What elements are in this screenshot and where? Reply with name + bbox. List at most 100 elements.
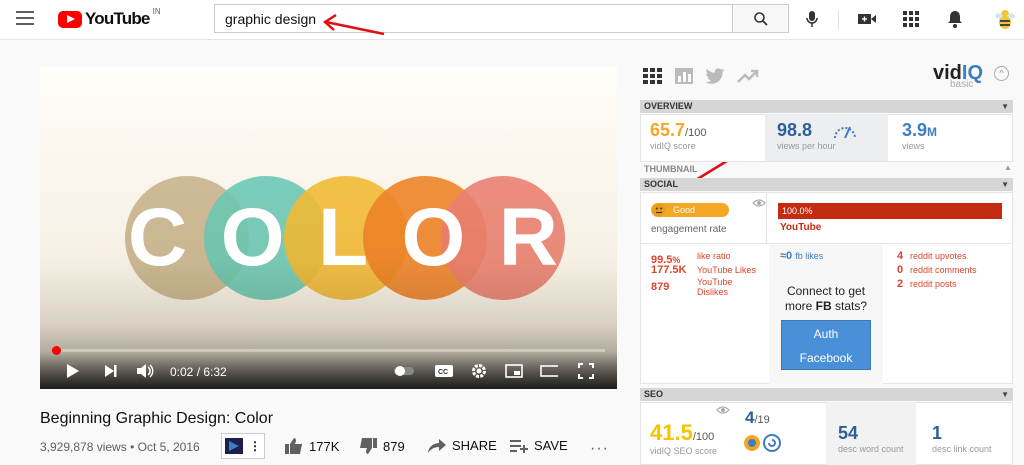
settings-gear-icon[interactable]: [470, 363, 488, 379]
theater-mode-icon[interactable]: [540, 363, 558, 379]
like-button[interactable]: 177K: [285, 438, 339, 454]
fb-label: fb likes: [795, 251, 824, 261]
playlist-add-icon: [510, 439, 528, 453]
publish-date: Oct 5, 2016: [137, 440, 200, 454]
score-label: vidIQ score: [650, 141, 696, 151]
divider: [766, 192, 767, 243]
social-label: SOCIAL: [644, 179, 679, 189]
letter-o: O: [401, 192, 466, 283]
apps-grid-icon[interactable]: [901, 9, 921, 29]
fullscreen-icon[interactable]: [577, 363, 595, 379]
views-per-hour: 98.8 views per hour: [777, 120, 836, 151]
bar-chart-icon[interactable]: [675, 68, 693, 84]
search-value: graphic design: [225, 10, 317, 27]
yt-share-label: YouTube: [780, 222, 822, 233]
autoplay-toggle-icon[interactable]: [392, 363, 416, 379]
twitter-icon[interactable]: [705, 68, 725, 84]
like-count: 177K: [309, 438, 340, 454]
connect-c: stats?: [835, 299, 868, 313]
search-button[interactable]: [732, 4, 789, 33]
grid-view-icon[interactable]: [643, 68, 663, 84]
play-icon[interactable]: [64, 363, 82, 379]
youtube-play-icon: [58, 10, 82, 28]
overview-header[interactable]: OVERVIEW ▼: [640, 100, 1013, 113]
vph-value: 98.8: [777, 120, 813, 140]
seo-total: /100: [692, 431, 715, 443]
total-views: 3.9M views: [902, 120, 937, 151]
desc-links-label: desc link count: [932, 444, 992, 454]
vidiq-logo-icon: [225, 438, 243, 454]
more-vert-icon: ⋮: [249, 439, 261, 453]
volume-icon[interactable]: [136, 363, 154, 379]
create-video-icon[interactable]: [857, 9, 877, 29]
time-display: 0:02 / 6:32: [170, 365, 227, 379]
video-player[interactable]: C O L O R 0:02 / 6:32 CC: [40, 67, 617, 389]
views-value: 3.9: [902, 120, 928, 140]
auth-facebook-button[interactable]: Auth Facebook: [781, 320, 871, 370]
connect-fb-text: Connect to get more FB stats?: [770, 284, 882, 314]
captions-icon[interactable]: CC: [433, 363, 455, 379]
color-title-letters: C O L O R: [128, 195, 558, 281]
menu-icon[interactable]: [16, 11, 34, 25]
reddit-posts-label: reddit posts: [910, 279, 957, 289]
youtube-logo[interactable]: YouTube IN: [58, 7, 161, 29]
gauge-icon: [834, 126, 856, 139]
vidiq-plan: basic: [950, 79, 974, 90]
collapse-triangle-icon: ▼: [1001, 390, 1009, 399]
more-actions-icon[interactable]: ···: [590, 440, 609, 458]
search-input[interactable]: graphic design: [214, 4, 733, 33]
desc-words-label: desc word count: [838, 444, 904, 454]
thumbnail-label[interactable]: THUMBNAIL: [644, 164, 698, 174]
trending-icon[interactable]: [737, 68, 759, 84]
next-icon[interactable]: [102, 363, 120, 379]
reddit-upvotes-label: reddit upvotes: [910, 251, 967, 261]
seo-header[interactable]: SEO ▼: [640, 388, 1013, 401]
yt-likes-label: YouTube Likes: [697, 265, 756, 275]
dislike-button[interactable]: 879: [359, 438, 405, 454]
search-icon: [753, 11, 768, 26]
reddit-upvotes-value: 4: [897, 250, 904, 262]
fb-likes: ≈0 fb likes: [780, 250, 823, 262]
share-icon: [428, 438, 446, 453]
score-total: /100: [685, 127, 707, 139]
header-divider: [838, 10, 839, 30]
desc-word-count: 54 desc word count: [838, 423, 904, 454]
youtube-logo-text: YouTube: [85, 9, 150, 28]
fb-value: ≈0: [780, 250, 793, 262]
country-code: IN: [152, 7, 161, 16]
eye-icon[interactable]: [752, 198, 766, 208]
thumbnail-expand-icon[interactable]: ▲: [1004, 163, 1012, 172]
reddit-posts-value: 2: [897, 278, 904, 290]
save-button[interactable]: SAVE: [510, 438, 568, 453]
share-button[interactable]: SHARE: [428, 438, 497, 453]
meta-dot: •: [130, 440, 135, 454]
auth-a: Auth: [813, 327, 839, 341]
views-label: views: [902, 141, 925, 151]
letter-o: O: [220, 192, 285, 283]
social-header[interactable]: SOCIAL ▼: [640, 178, 1013, 191]
avatar[interactable]: [993, 7, 1017, 31]
thumbs-down-icon: [360, 438, 377, 454]
scrubber-handle[interactable]: [52, 346, 61, 355]
video-meta: 3,929,878 views • Oct 5, 2016: [40, 440, 200, 454]
progress-bar[interactable]: [52, 346, 605, 355]
score-value: 65.7: [650, 120, 686, 140]
view-count: 3,929,878 views: [40, 440, 127, 454]
eye-icon[interactable]: [716, 405, 730, 415]
yt-share-fill: 100.0%: [778, 203, 1002, 219]
collapse-icon[interactable]: ^: [994, 66, 1009, 81]
thumbs-up-icon: [285, 438, 302, 454]
vidiq-tabs: [643, 68, 759, 84]
desc-words-value: 54: [838, 423, 859, 443]
microphone-icon[interactable]: [802, 9, 822, 29]
seo-value: 41.5: [650, 420, 693, 445]
like-ratio-label: like ratio: [697, 251, 731, 261]
miniplayer-icon[interactable]: [505, 363, 523, 379]
vph-label: views per hour: [777, 141, 836, 151]
dislikes-label-b: Dislikes: [697, 287, 729, 297]
notifications-bell-icon[interactable]: [945, 9, 965, 29]
vidiq-extension-button[interactable]: ⋮: [221, 433, 265, 459]
share-label: SHARE: [452, 438, 497, 453]
overview-label: OVERVIEW: [644, 101, 693, 111]
yt-likes-value: 177.5K: [651, 264, 687, 276]
